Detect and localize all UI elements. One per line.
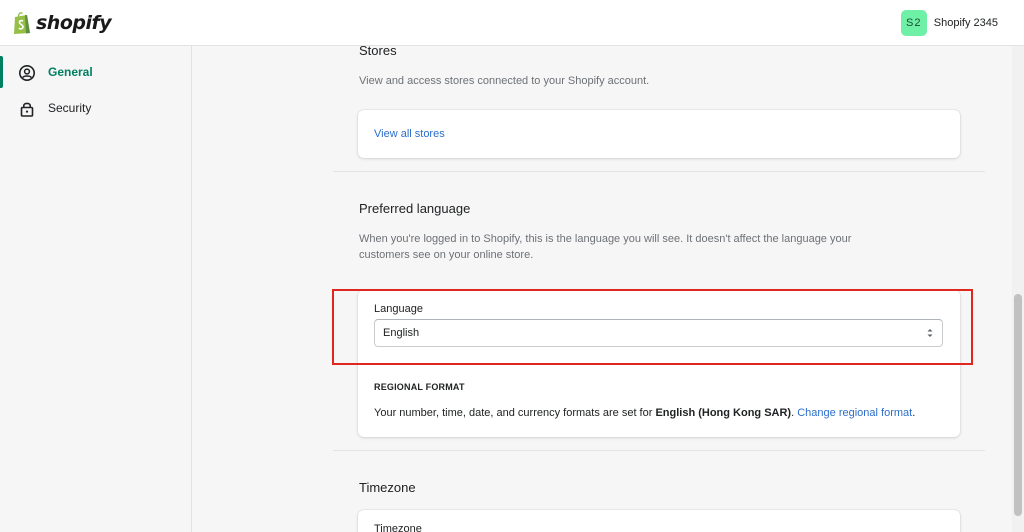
avatar: S2 <box>900 10 927 36</box>
sidebar-item-label: Security <box>48 101 92 115</box>
scrollbar-thumb[interactable] <box>1014 294 1022 516</box>
account-menu[interactable]: S2 Shopify 2345 <box>900 10 998 36</box>
account-name: Shopify 2345 <box>933 17 998 29</box>
timezone-label: Timezone <box>374 523 422 532</box>
language-card: Language English REGIONAL FORMAT Your nu… <box>358 290 960 437</box>
regional-format-heading: REGIONAL FORMAT <box>374 382 465 392</box>
preferred-language-description-line1: When you're logged in to Shopify, this i… <box>359 233 852 245</box>
brand-name: shopify <box>36 12 112 34</box>
language-select[interactable]: English <box>374 319 943 347</box>
sidebar: General Security <box>0 46 192 532</box>
change-regional-format-link[interactable]: Change regional format <box>797 407 912 419</box>
top-bar: shopify S2 Shopify 2345 <box>0 0 1024 46</box>
regional-text-end: . <box>912 407 916 419</box>
user-circle-icon <box>19 65 35 81</box>
shopify-logo[interactable]: shopify <box>12 11 112 35</box>
scrollbar[interactable] <box>1012 46 1024 532</box>
timezone-card: Timezone <box>358 510 960 532</box>
sidebar-item-general[interactable]: General <box>0 56 191 88</box>
lock-icon <box>20 102 34 117</box>
section-divider <box>333 450 985 451</box>
language-label: Language <box>374 303 423 315</box>
preferred-language-description-line2: customers see on your online store. <box>359 249 534 261</box>
preferred-language-title: Preferred language <box>359 201 471 216</box>
regional-text-prefix: Your number, time, date, and currency fo… <box>374 407 656 419</box>
sidebar-item-security[interactable]: Security <box>0 92 191 124</box>
section-divider <box>333 171 985 172</box>
view-all-stores-link[interactable]: View all stores <box>374 128 445 140</box>
main-content: Stores View and access stores connected … <box>192 46 1012 532</box>
shopify-bag-icon <box>14 12 30 34</box>
regional-locale: English (Hong Kong SAR) <box>655 407 792 419</box>
stores-title: Stores <box>359 46 397 58</box>
language-select-value: English <box>383 327 420 339</box>
stores-description: View and access stores connected to your… <box>359 75 650 87</box>
timezone-title: Timezone <box>359 480 416 495</box>
regional-format-text: Your number, time, date, and currency fo… <box>374 407 915 419</box>
select-arrows-icon <box>927 329 933 337</box>
stores-card: View all stores <box>358 110 960 158</box>
sidebar-item-label: General <box>48 65 93 79</box>
active-indicator <box>0 56 3 88</box>
